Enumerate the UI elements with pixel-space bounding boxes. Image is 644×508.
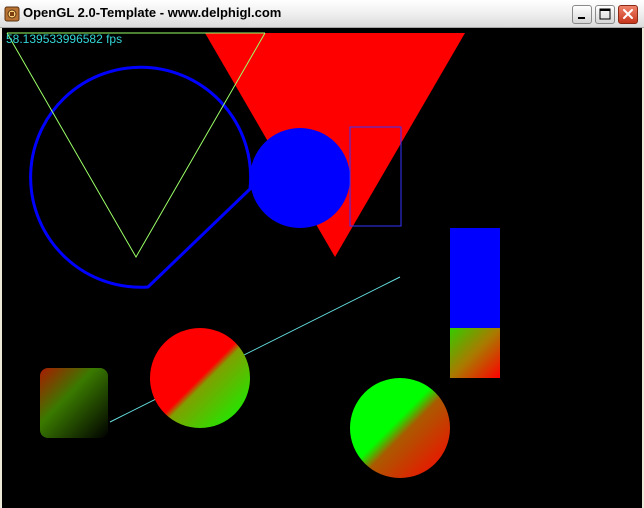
blue-bar-top (450, 228, 500, 328)
maximize-button[interactable] (595, 5, 615, 24)
minimize-button[interactable] (572, 5, 592, 24)
delphigl-app-icon (4, 6, 20, 22)
fps-counter: 58.139533996582 fps (6, 32, 123, 46)
title-bar[interactable]: OpenGL 2.0-Template - www.delphigl.com (0, 0, 644, 28)
scene-svg (6, 32, 500, 478)
window-title: OpenGL 2.0-Template - www.delphigl.com (23, 5, 282, 20)
gradient-circle-green-red (350, 378, 450, 478)
blue-circle-outline (29, 65, 253, 289)
maximize-icon (599, 8, 611, 20)
close-button[interactable] (618, 5, 638, 24)
opengl-canvas[interactable]: 58.139533996582 fps (2, 28, 642, 508)
gradient-circle-red-green (150, 328, 250, 428)
close-icon (623, 9, 633, 19)
application-window: OpenGL 2.0-Template - www.delphigl.com 5… (0, 0, 644, 508)
minimize-icon (578, 17, 585, 19)
cyan-line (109, 276, 401, 423)
gradient-rounded-square (40, 368, 108, 438)
blue-filled-circle (250, 128, 350, 228)
gradient-bar-bottom (450, 328, 500, 378)
